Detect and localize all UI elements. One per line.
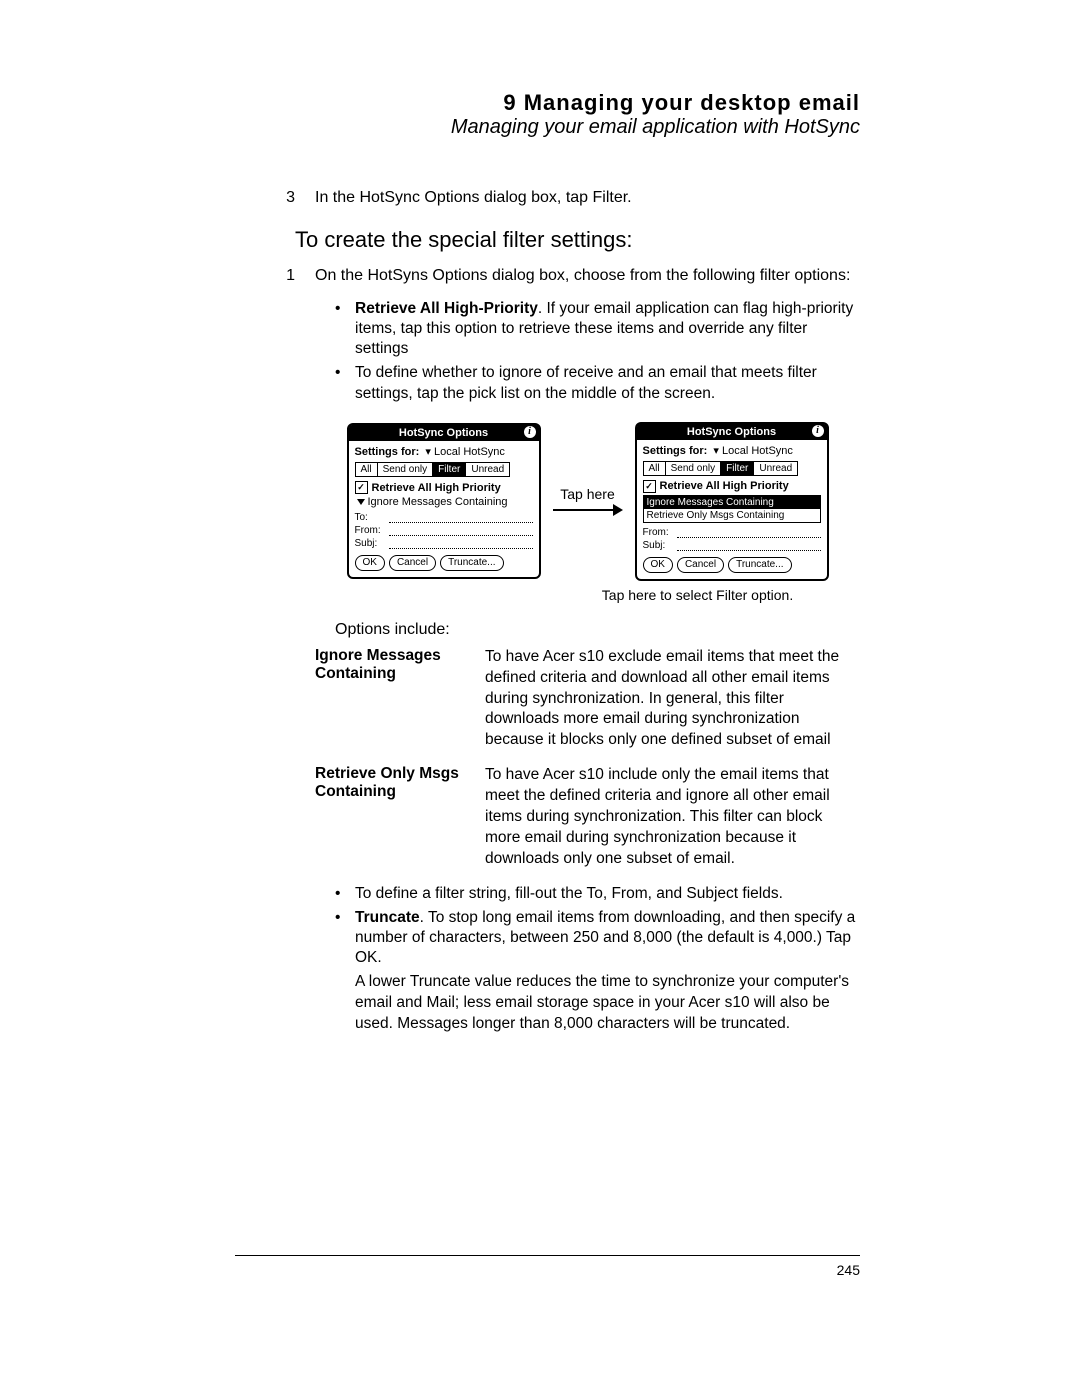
- figure-row: HotSync Options i Settings for: ▾ Local …: [315, 422, 860, 581]
- arrow-icon: [613, 504, 623, 516]
- bullet-bold: Retrieve All High-Priority: [355, 300, 538, 317]
- chapter-subtitle: Managing your email application with Hot…: [235, 116, 860, 139]
- subj-field[interactable]: Subj:: [643, 540, 821, 551]
- table-row: Ignore Messages Containing To have Acer …: [315, 647, 860, 752]
- dialog-title: HotSync Options: [399, 427, 488, 439]
- checkbox-icon[interactable]: ✓: [643, 480, 656, 493]
- tab-all[interactable]: All: [644, 462, 666, 475]
- bullet-item: • To define whether to ignore of receive…: [335, 363, 860, 403]
- dialog-titlebar: HotSync Options i: [637, 424, 827, 440]
- dropdown-option-selected[interactable]: Ignore Messages Containing: [644, 496, 820, 509]
- ok-button[interactable]: OK: [643, 557, 673, 573]
- cancel-button[interactable]: Cancel: [677, 557, 724, 573]
- figure-caption: Tap here to select Filter option.: [535, 587, 860, 603]
- step-text: In the HotSync Options dialog box, tap F…: [315, 189, 860, 207]
- from-field[interactable]: From:: [643, 527, 821, 538]
- retrieve-high-priority-row[interactable]: ✓ Retrieve All High Priority: [643, 480, 821, 493]
- tab-row: All Send only Filter Unread: [643, 461, 799, 476]
- tab-filter[interactable]: Filter: [433, 463, 466, 476]
- info-icon[interactable]: i: [812, 425, 824, 437]
- chapter-header: 9 Managing your desktop email Managing y…: [235, 90, 860, 139]
- step-number: 1: [235, 267, 315, 285]
- tab-unread[interactable]: Unread: [754, 462, 797, 475]
- truncate-button[interactable]: Truncate...: [440, 555, 503, 571]
- tab-row: All Send only Filter Unread: [355, 462, 511, 477]
- bullet-item: • To define a filter string, fill-out th…: [335, 884, 860, 904]
- section-heading: To create the special filter settings:: [295, 227, 860, 253]
- dropdown-option[interactable]: Retrieve Only Msgs Containing: [644, 509, 820, 522]
- settings-for-row: Settings for: ▾ Local HotSync: [643, 444, 821, 457]
- options-include-label: Options include:: [335, 621, 860, 639]
- dropdown-icon: [357, 499, 365, 505]
- bullet-item: • Retrieve All High-Priority. If your em…: [335, 299, 860, 359]
- tab-filter[interactable]: Filter: [721, 462, 754, 475]
- filter-picklist[interactable]: Ignore Messages Containing: [357, 496, 533, 508]
- def-term: Ignore Messages Containing: [315, 647, 485, 752]
- truncate-note: A lower Truncate value reduces the time …: [355, 972, 860, 1035]
- chapter-title: 9 Managing your desktop email: [235, 90, 860, 116]
- settings-dropdown[interactable]: Local HotSync: [722, 445, 793, 457]
- bullet-icon: •: [335, 884, 355, 904]
- bullet-icon: •: [335, 299, 355, 359]
- cancel-button[interactable]: Cancel: [389, 555, 436, 571]
- dialog-titlebar: HotSync Options i: [349, 425, 539, 441]
- step-text: On the HotSyns Options dialog box, choos…: [315, 267, 860, 285]
- table-row: Retrieve Only Msgs Containing To have Ac…: [315, 765, 860, 870]
- tab-unread[interactable]: Unread: [466, 463, 509, 476]
- hotsync-dialog-left: HotSync Options i Settings for: ▾ Local …: [347, 423, 541, 579]
- page-number: 245: [235, 1262, 860, 1278]
- bullet-item: • Truncate. To stop long email items fro…: [335, 908, 860, 968]
- tab-send-only[interactable]: Send only: [666, 462, 721, 475]
- from-field[interactable]: From:: [355, 525, 533, 536]
- bullet-text: . To stop long email items from download…: [355, 909, 855, 966]
- bullet-icon: •: [335, 363, 355, 403]
- settings-dropdown[interactable]: Local HotSync: [434, 446, 505, 458]
- settings-for-row: Settings for: ▾ Local HotSync: [355, 445, 533, 458]
- truncate-button[interactable]: Truncate...: [728, 557, 791, 573]
- bullet-text: To define a filter string, fill-out the …: [355, 884, 783, 904]
- subj-field[interactable]: Subj:: [355, 538, 533, 549]
- to-field[interactable]: To:: [355, 512, 533, 523]
- footer-divider: [235, 1255, 860, 1256]
- ok-button[interactable]: OK: [355, 555, 385, 571]
- def-desc: To have Acer s10 include only the email …: [485, 765, 860, 870]
- hotsync-dialog-right: HotSync Options i Settings for: ▾ Local …: [635, 422, 829, 581]
- retrieve-high-priority-row[interactable]: ✓ Retrieve All High Priority: [355, 481, 533, 494]
- tap-here-label: Tap here: [560, 486, 614, 502]
- document-page: 9 Managing your desktop email Managing y…: [0, 0, 1080, 1397]
- bullet-icon: •: [335, 908, 355, 968]
- dialog-title: HotSync Options: [687, 426, 776, 438]
- tab-all[interactable]: All: [356, 463, 378, 476]
- checkbox-icon[interactable]: ✓: [355, 481, 368, 494]
- tab-send-only[interactable]: Send only: [378, 463, 433, 476]
- bullet-text: To define whether to ignore of receive a…: [355, 363, 860, 403]
- def-desc: To have Acer s10 exclude email items tha…: [485, 647, 860, 752]
- info-icon[interactable]: i: [524, 426, 536, 438]
- step-1: 1 On the HotSyns Options dialog box, cho…: [235, 267, 860, 285]
- def-term: Retrieve Only Msgs Containing: [315, 765, 485, 870]
- step-number: 3: [235, 189, 315, 207]
- definition-table: Ignore Messages Containing To have Acer …: [315, 647, 860, 870]
- filter-dropdown-open[interactable]: Ignore Messages Containing Retrieve Only…: [643, 495, 821, 523]
- step-3: 3 In the HotSync Options dialog box, tap…: [235, 189, 860, 207]
- arrow-annotation: Tap here: [553, 486, 623, 516]
- bullet-bold: Truncate: [355, 909, 420, 926]
